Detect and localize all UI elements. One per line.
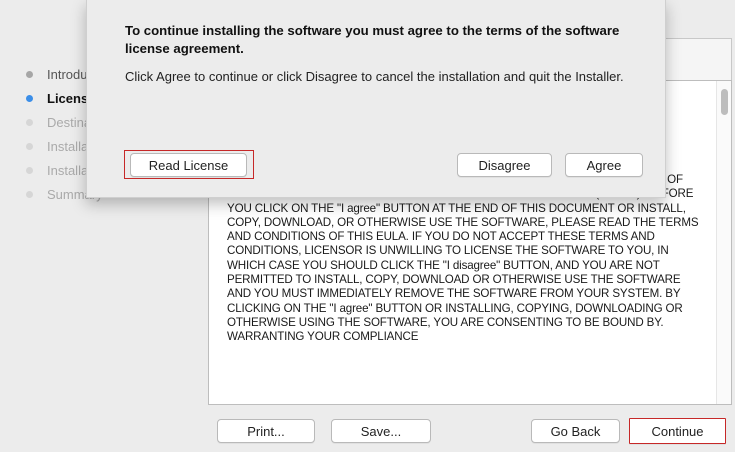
- step-dot-current: [26, 94, 33, 102]
- license-scrollbar[interactable]: [716, 81, 731, 404]
- step-license: License: [26, 88, 95, 108]
- read-license-button[interactable]: Read License: [130, 153, 247, 177]
- disagree-button[interactable]: Disagree: [457, 153, 552, 177]
- agree-button[interactable]: Agree: [565, 153, 643, 177]
- license-agreement-text: THE SOFTWARE ("YOU") SOLELY UPON THE CON…: [227, 173, 699, 344]
- print-button[interactable]: Print...: [217, 419, 315, 443]
- step-dot: [26, 190, 33, 198]
- step-dot: [26, 166, 33, 174]
- save-button[interactable]: Save...: [331, 419, 431, 443]
- installer-window: Introduction License Destination Select …: [0, 0, 735, 452]
- step-dot: [26, 142, 33, 150]
- license-agreement-sheet: To continue installing the software you …: [86, 0, 666, 198]
- sheet-message: Click Agree to continue or click Disagre…: [125, 69, 624, 84]
- step-dot: [26, 70, 33, 78]
- sheet-title: To continue installing the software you …: [125, 23, 620, 56]
- scrollbar-thumb[interactable]: [721, 89, 728, 115]
- go-back-button[interactable]: Go Back: [531, 419, 620, 443]
- continue-button[interactable]: Continue: [629, 418, 726, 444]
- step-dot: [26, 118, 33, 126]
